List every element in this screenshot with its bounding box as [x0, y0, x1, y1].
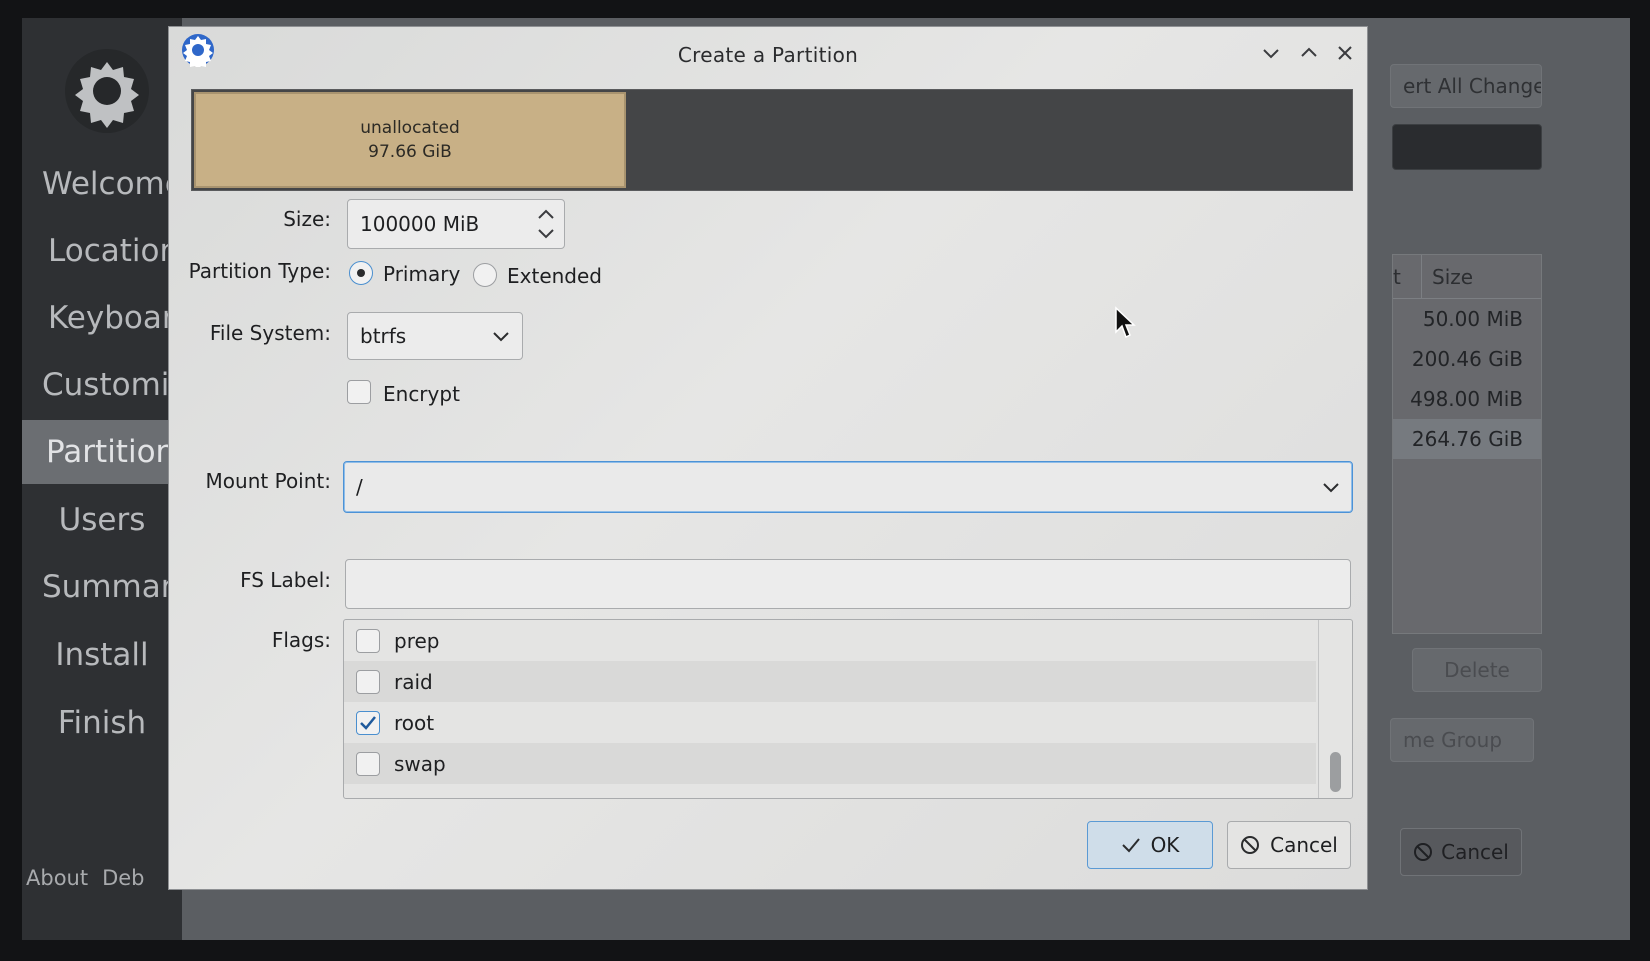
sidebar-item-welcome: Welcome — [42, 166, 182, 202]
sidebar-item-users: Users — [58, 502, 146, 538]
sidebar-item-partitions: Partitions — [22, 420, 182, 484]
cancel-icon — [1414, 843, 1433, 861]
gear-logo-icon — [65, 49, 149, 133]
flag-label: root — [394, 710, 435, 735]
sidebar: Welcome Location Keyboard Customize Part… — [22, 18, 182, 940]
segment-size: 97.66 GiB — [368, 142, 452, 162]
partition-preview-bar: unallocated 97.66 GiB — [191, 89, 1353, 191]
ok-label: OK — [1150, 833, 1180, 857]
minimize-button[interactable] — [1259, 43, 1283, 67]
segment-name: unallocated — [360, 118, 460, 138]
flag-item-raid[interactable]: raid — [344, 661, 1316, 702]
disk-usage-bar — [1392, 124, 1542, 170]
chevron-down-icon — [1323, 483, 1339, 493]
flags-list: prep raid root swap — [343, 619, 1353, 799]
flag-item-root[interactable]: root — [344, 702, 1316, 743]
calamares-app-icon — [182, 34, 214, 67]
chevron-down-icon — [1263, 49, 1279, 59]
primary-radio[interactable] — [349, 261, 373, 285]
extended-radio[interactable] — [473, 263, 497, 287]
dialog-titlebar: Create a Partition — [169, 27, 1367, 83]
flags-scrollbar[interactable] — [1318, 620, 1352, 798]
mouse-cursor-icon — [1115, 306, 1136, 339]
encrypt-label[interactable]: Encrypt — [383, 382, 460, 406]
flag-checkbox[interactable] — [356, 710, 380, 735]
about-button[interactable]: About — [26, 866, 88, 890]
flag-checkbox[interactable] — [356, 628, 380, 653]
debug-button[interactable]: Deb — [102, 866, 144, 890]
ok-button[interactable]: OK — [1087, 821, 1213, 869]
scrollbar-thumb[interactable] — [1330, 752, 1341, 792]
flag-checkbox[interactable] — [356, 669, 380, 694]
check-icon — [1121, 838, 1140, 853]
partition-page-right: ert All Changes t Size 50.00 MiB 200.46 … — [1390, 18, 1630, 940]
main-cancel-button[interactable]: Cancel — [1400, 828, 1522, 876]
sidebar-item-finish: Finish — [57, 705, 147, 741]
table-header-mount: t — [1393, 264, 1401, 289]
flag-label: swap — [394, 751, 446, 776]
fs-label-input[interactable] — [345, 559, 1351, 609]
file-system-value: btrfs — [360, 324, 407, 348]
chevron-down-icon — [493, 332, 509, 342]
sidebar-item-location: Location — [48, 233, 180, 269]
encrypt-checkbox[interactable] — [347, 380, 371, 404]
sidebar-item-customize: Customize — [42, 367, 182, 403]
size-spinbox[interactable]: 100000 MiB — [347, 199, 565, 249]
checkmark-icon — [360, 715, 376, 730]
close-icon — [1338, 46, 1352, 60]
flag-label: prep — [394, 628, 440, 653]
size-value: 100000 MiB — [360, 212, 480, 236]
flag-label: raid — [394, 669, 433, 694]
extended-radio-label[interactable]: Extended — [507, 264, 602, 288]
mount-point-combobox[interactable]: / — [343, 461, 1353, 513]
flags-label: Flags: — [271, 628, 331, 652]
partition-type-label: Partition Type: — [188, 259, 331, 283]
flag-item-prep[interactable]: prep — [344, 620, 1316, 661]
maximize-button[interactable] — [1297, 43, 1321, 67]
flag-checkbox[interactable] — [356, 751, 380, 776]
mount-point-label: Mount Point: — [205, 469, 331, 493]
cancel-button[interactable]: Cancel — [1227, 821, 1351, 869]
table-row[interactable]: 50.00 MiB — [1393, 299, 1541, 339]
sidebar-item-install: Install — [55, 637, 149, 673]
table-row[interactable]: 498.00 MiB — [1393, 379, 1541, 419]
chevron-up-icon — [1301, 47, 1317, 57]
table-row[interactable]: 200.46 GiB — [1393, 339, 1541, 379]
close-button[interactable] — [1333, 43, 1357, 67]
sidebar-footer: About Deb — [26, 866, 159, 890]
partition-table: t Size 50.00 MiB 200.46 GiB 498.00 MiB 2… — [1392, 254, 1542, 634]
mount-point-value: / — [356, 475, 363, 499]
spin-arrows-icon[interactable] — [536, 206, 556, 242]
create-partition-dialog: Create a Partition unallocated 97.66 GiB… — [168, 26, 1368, 890]
main-cancel-label: Cancel — [1441, 840, 1509, 864]
table-header: t Size — [1393, 255, 1541, 299]
unallocated-segment: unallocated 97.66 GiB — [194, 92, 626, 188]
cancel-label: Cancel — [1270, 833, 1338, 857]
table-header-size: Size — [1421, 255, 1473, 298]
size-label: Size: — [283, 207, 331, 231]
fs-label-label: FS Label: — [240, 568, 331, 592]
file-system-dropdown[interactable]: btrfs — [347, 312, 523, 360]
file-system-label: File System: — [209, 321, 331, 345]
sidebar-item-summary: Summary — [42, 569, 182, 605]
cancel-icon — [1241, 836, 1260, 854]
sidebar-item-keyboard: Keyboard — [48, 300, 182, 336]
flag-item-swap[interactable]: swap — [344, 743, 1316, 784]
delete-button[interactable]: Delete — [1412, 648, 1542, 692]
table-row[interactable]: 264.76 GiB — [1393, 419, 1541, 459]
revert-all-changes-button[interactable]: ert All Changes — [1390, 64, 1542, 108]
dialog-title: Create a Partition — [677, 43, 859, 67]
volume-group-button[interactable]: me Group — [1390, 718, 1534, 762]
primary-radio-label[interactable]: Primary — [383, 262, 460, 286]
